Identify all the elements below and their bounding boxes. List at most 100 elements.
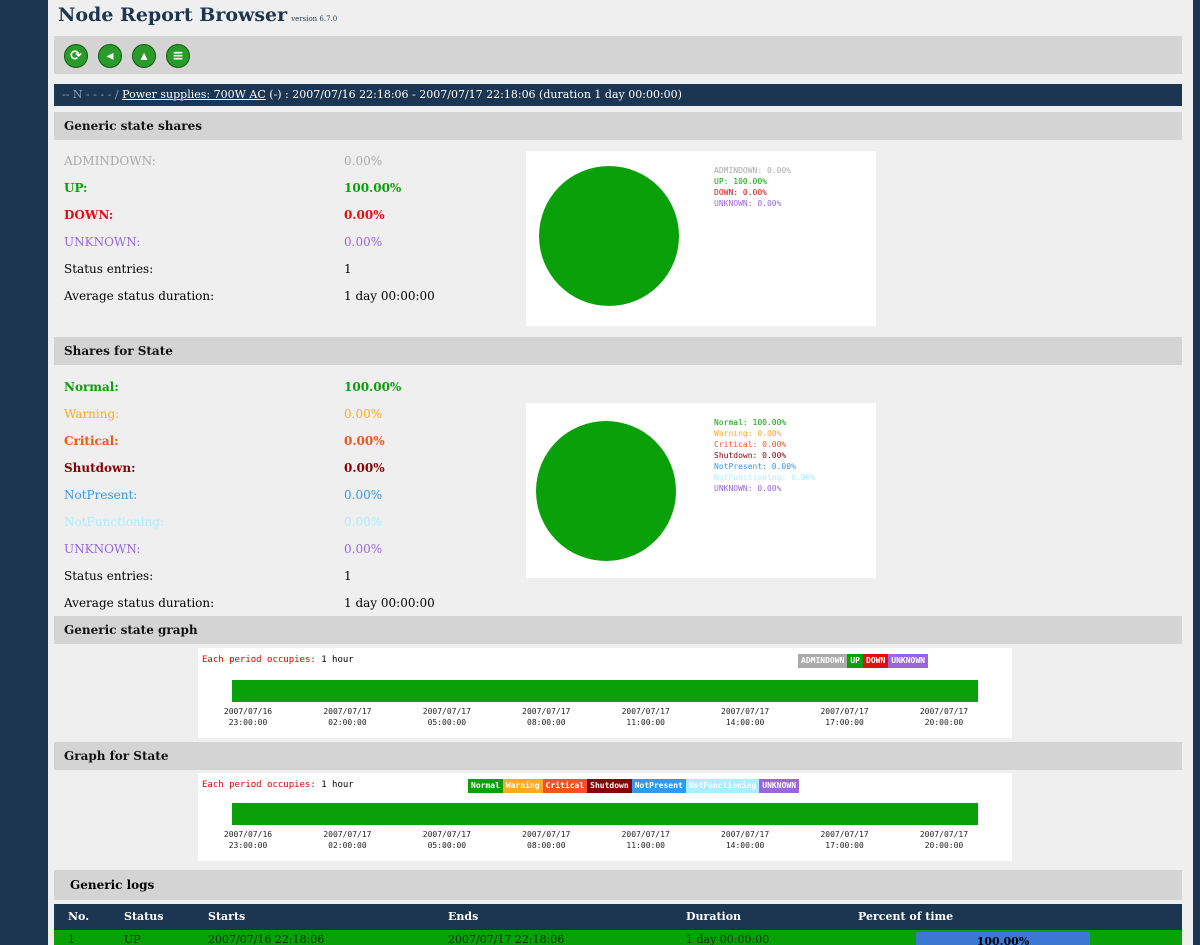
tick-date: 2007/07/17 — [621, 707, 670, 716]
legend-item: UP: 100.00% — [714, 177, 767, 186]
page-title: Node Report Browser version 6.7.0 — [58, 4, 337, 26]
breadcrumb: ‐‐ N ‐ ‐ ‐ ‐ / Power supplies: 700W AC (… — [54, 84, 1182, 106]
toolbar: ⟳ ◂ ▴ ≡ — [54, 36, 1182, 74]
cell-ends: 2007/07/17 22:18:06 — [448, 933, 565, 945]
tick-date: 2007/07/17 — [323, 830, 372, 839]
breadcrumb-period: (-) : 2007/07/16 22:18:06 - 2007/07/17 2… — [269, 88, 682, 101]
time-tick: 2007/07/17 14:00:00 — [713, 706, 777, 728]
col-no[interactable]: No. — [68, 904, 89, 930]
col-starts[interactable]: Starts — [208, 904, 245, 930]
legend-swatch: Normal — [468, 779, 503, 793]
legend-swatch: UP — [847, 654, 863, 668]
legend-swatch: UNKNOWN — [888, 654, 928, 668]
tick-time: 08:00:00 — [527, 718, 566, 727]
cell-status: UP — [124, 933, 141, 945]
time-tick: 2007/07/17 11:00:00 — [614, 706, 678, 728]
tick-time: 05:00:00 — [427, 718, 467, 727]
legend-item: NotPresent: 0.00% — [714, 462, 796, 471]
avg-duration-value: 1 day 00:00:00 — [344, 596, 435, 610]
tick-date: 2007/07/17 — [522, 707, 571, 716]
state-label: Shutdown: — [64, 461, 136, 475]
breadcrumb-link[interactable]: Power supplies: 700W AC — [122, 88, 266, 101]
state-graph-bar — [232, 803, 978, 825]
time-tick: 2007/07/16 23:00:00 — [216, 829, 280, 851]
tick-time: 14:00:00 — [725, 718, 765, 727]
section-generic-state-graph: Generic state graph — [54, 616, 1182, 644]
state-label: UNKNOWN: — [64, 235, 141, 249]
cell-no: 1 — [68, 933, 75, 945]
time-tick: 2007/07/17 17:00:00 — [813, 706, 877, 728]
state-value: 0.00% — [344, 208, 385, 222]
col-ends[interactable]: Ends — [448, 904, 478, 930]
tick-time: 20:00:00 — [924, 841, 964, 850]
time-tick: 2007/07/17 05:00:00 — [415, 829, 479, 851]
generic-pie — [539, 166, 679, 306]
generic-graph-axis: 2007/07/16 23:00:00 2007/07/17 02:00:00 2007… — [216, 706, 976, 728]
col-percent[interactable]: Percent of time — [858, 904, 953, 930]
up-icon[interactable]: ▴ — [132, 44, 156, 68]
tick-date: 2007/07/17 — [422, 707, 471, 716]
state-value: 100.00% — [344, 181, 402, 195]
legend-item: Normal: 100.00% — [714, 418, 787, 427]
legend-swatch: Warning — [502, 779, 543, 793]
period-caption: Each period occupies: — [202, 780, 316, 790]
legend-swatch: DOWN — [863, 654, 889, 668]
tick-date: 2007/07/17 — [919, 830, 969, 839]
tick-date: 2007/07/17 — [323, 707, 372, 716]
time-tick: 2007/07/17 14:00:00 — [713, 829, 777, 851]
state-value: 0.00% — [344, 154, 383, 168]
cell-starts: 2007/07/16 22:18:06 — [208, 933, 325, 945]
state-label: NotPresent: — [64, 488, 138, 502]
legend-swatch: NotFunctioning — [685, 779, 760, 793]
tick-date: 2007/07/16 — [223, 707, 273, 716]
state-label: UP: — [64, 181, 88, 195]
state-label: Warning: — [64, 407, 120, 421]
tick-date: 2007/07/17 — [522, 830, 571, 839]
generic-graph-caption: Each period occupies: 1 hour — [202, 655, 354, 665]
app-title: Node Report Browser — [58, 4, 288, 26]
legend-swatch: Shutdown — [587, 779, 632, 793]
avg-duration-label: Average status duration: — [64, 596, 215, 610]
generic-graph-legend: ADMINDOWN UP DOWN UNKNOWN — [798, 654, 928, 668]
tick-time: 20:00:00 — [924, 718, 964, 727]
col-status[interactable]: Status — [124, 904, 163, 930]
period-value: 1 hour — [321, 780, 354, 790]
legend-item: Warning: 0.00% — [714, 429, 782, 438]
tick-date: 2007/07/17 — [422, 830, 471, 839]
legend-item: ADMINDOWN: 0.00% — [714, 166, 792, 175]
legend-item: UNKNOWN: 0.00% — [714, 199, 782, 208]
print-icon[interactable]: ≡ — [166, 44, 190, 68]
state-pie-chart: Normal: 100.00% Warning: 0.00% Critical: 0… — [526, 403, 876, 578]
tick-time: 23:00:00 — [228, 718, 268, 727]
back-icon[interactable]: ◂ — [98, 44, 122, 68]
state-value: 0.00% — [344, 407, 383, 421]
breadcrumb-path[interactable]: ‐‐ N ‐ ‐ ‐ ‐ / — [62, 88, 119, 101]
state-value: 0.00% — [344, 235, 383, 249]
tick-date: 2007/07/17 — [621, 830, 670, 839]
state-pie-legend: Normal: 100.00% Warning: 0.00% Critical: 0… — [714, 417, 815, 494]
report-page: Node Report Browser version 6.7.0 ⟳ ◂ ▴ ≡… — [48, 0, 1193, 945]
legend-swatch: NotPresent — [631, 779, 686, 793]
tick-time: 14:00:00 — [725, 841, 765, 850]
table-row[interactable]: 1 UP 2007/07/16 22:18:06 2007/07/17 22:1… — [54, 930, 1182, 945]
legend-item: DOWN: 0.00% — [714, 188, 767, 197]
tick-time: 17:00:00 — [825, 841, 864, 850]
tick-date: 2007/07/17 — [820, 830, 869, 839]
state-value: 100.00% — [344, 380, 402, 394]
legend-item: NotFunctioning: 0.00% — [714, 473, 816, 482]
state-pie — [536, 421, 676, 561]
percent-bar: 100.00% — [916, 932, 1090, 945]
period-value: 1 hour — [321, 655, 354, 665]
tick-time: 02:00:00 — [328, 841, 367, 850]
time-tick: 2007/07/17 08:00:00 — [514, 829, 578, 851]
refresh-icon[interactable]: ⟳ — [64, 44, 88, 68]
state-graph-caption: Each period occupies: 1 hour — [202, 780, 354, 790]
tick-date: 2007/07/17 — [820, 707, 869, 716]
status-entries-value: 1 — [344, 569, 352, 583]
legend-item: Critical: 0.00% — [714, 440, 787, 449]
app-version: version 6.7.0 — [291, 15, 338, 23]
state-value: 0.00% — [344, 434, 385, 448]
col-duration[interactable]: Duration — [686, 904, 741, 930]
state-label: DOWN: — [64, 208, 114, 222]
avg-duration-label: Average status duration: — [64, 289, 215, 303]
